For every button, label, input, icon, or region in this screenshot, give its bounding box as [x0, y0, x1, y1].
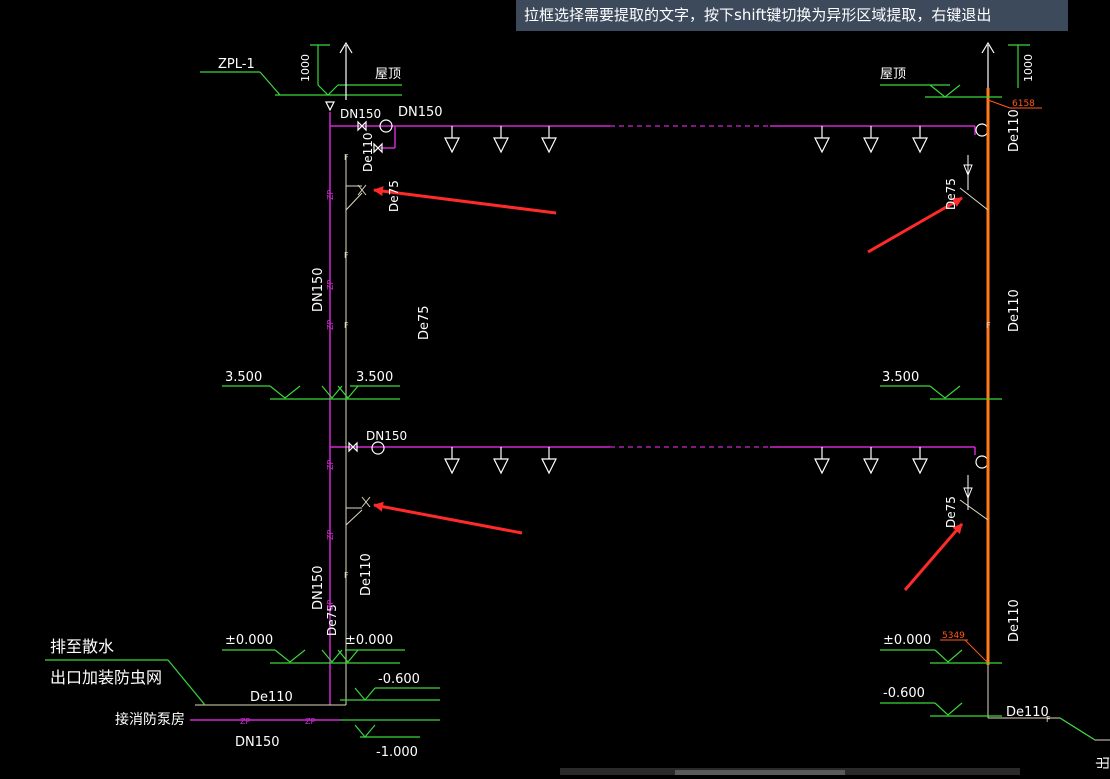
label-de110-r-top: De110 [1007, 109, 1022, 152]
branch-breaks [610, 124, 770, 449]
label-roof-left: 屋顶 [375, 67, 401, 82]
label-m0600-right: -0.600 [883, 686, 925, 701]
label-de110-low: De110 [359, 553, 374, 596]
label-dn150-c: DN150 [366, 429, 407, 443]
f-tag: F [986, 321, 991, 330]
label-dim-1000-left: 1000 [299, 54, 312, 82]
cad-canvas[interactable]: ZPL-1 1000 1000 屋顶 屋顶 DN150 DN150 De110 … [0, 0, 1110, 775]
valve-symbols [325, 101, 989, 469]
f-tag: F [344, 321, 349, 330]
label-dn150-low: DN150 [311, 565, 326, 610]
zp-tag: ZP [305, 717, 315, 726]
red-annotation-arrows [373, 186, 964, 591]
label-m1000: -1.000 [376, 745, 418, 760]
zp-tag: ZP [326, 280, 335, 290]
label-drain-line2: 出口加装防虫网 [50, 668, 162, 687]
marker-top-value: 6158 [1012, 99, 1035, 109]
zp-tag: ZP [326, 600, 335, 610]
label-de110-r-mid: De110 [1007, 289, 1022, 332]
f-tag: F [344, 153, 349, 162]
label-pump: 接消防泵房 [115, 711, 185, 728]
zp-tag: ZP [326, 320, 335, 330]
label-zpl: ZPL-1 [218, 57, 255, 72]
label-0000-left: ±0.000 [225, 633, 273, 648]
sprinkler-heads-upper [444, 126, 928, 154]
right-drain-riser [959, 88, 1110, 741]
label-dn150-bottom: DN150 [235, 735, 280, 750]
label-de75-r-top: De75 [944, 178, 958, 210]
f-tag: F [344, 251, 349, 260]
label-de110-r-low: De110 [1007, 599, 1022, 642]
zp-tag: ZP [326, 530, 335, 540]
zp-tag: ZP [326, 460, 335, 470]
label-de110-bottom: De110 [250, 690, 293, 705]
label-dn150-riser: DN150 [311, 267, 326, 312]
label-3500-left: 3.500 [225, 370, 262, 385]
label-de110-a: De110 [361, 132, 375, 172]
f-tag: F [344, 571, 349, 580]
label-de75-a: De75 [387, 180, 401, 212]
label-roof-right: 屋顶 [880, 67, 906, 82]
left-drain-riser [195, 155, 371, 706]
label-3500-right: 3.500 [882, 370, 919, 385]
label-out: 出 [1096, 756, 1110, 770]
label-0000-mid: ±0.000 [345, 633, 393, 648]
label-dn150-a: DN150 [340, 107, 381, 121]
label-dn150-b: DN150 [398, 105, 443, 120]
label-3500-mid: 3.500 [356, 370, 393, 385]
label-de110-r-bottom: De110 [1006, 705, 1049, 720]
label-0000-right: ±0.000 [883, 633, 931, 648]
left-fire-riser [190, 112, 976, 721]
label-dim-1000-right: 1000 [1022, 54, 1035, 82]
sprinkler-heads-lower [444, 447, 928, 475]
label-drain-line1: 排至散水 [50, 637, 114, 656]
label-de75-mid: De75 [417, 305, 432, 340]
zp-tag: ZP [240, 717, 250, 726]
extract-hint-banner: 拉框选择需要提取的文字，按下shift键切换为异形区域提取，右键退出 [516, 0, 1068, 31]
label-de75-r-low: De75 [944, 496, 958, 528]
f-tag: F [1046, 715, 1051, 724]
elevation-marks [45, 44, 1096, 741]
scrollbar-thumb[interactable] [675, 770, 845, 775]
label-m0600-left: -0.600 [378, 672, 420, 687]
marker-bottom-value: 5349 [942, 631, 965, 641]
zp-tag: ZP [326, 190, 335, 200]
